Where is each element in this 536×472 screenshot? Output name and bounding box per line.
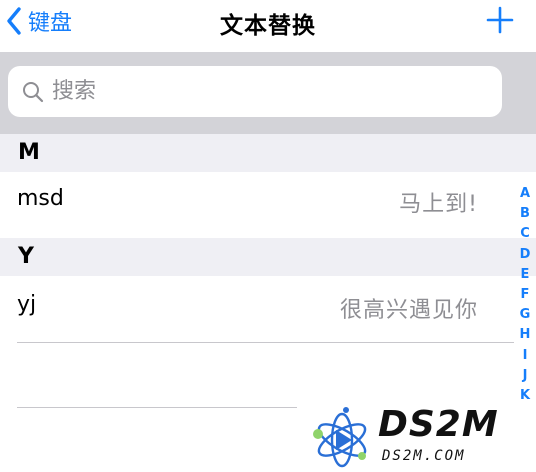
row-separator (17, 342, 514, 343)
row-separator (17, 407, 297, 408)
search-bar-container (0, 52, 536, 134)
search-input[interactable] (52, 71, 472, 112)
list-item[interactable]: msd 马上到! (0, 172, 500, 234)
phrase-label: 马上到! (399, 192, 478, 217)
plus-icon (484, 6, 516, 40)
index-letter-d[interactable]: D (514, 245, 536, 265)
navigation-bar: 键盘 文本替换 (0, 0, 536, 44)
index-letter-i[interactable]: I (514, 346, 536, 366)
watermark-url: DS2M.COM (382, 448, 466, 464)
index-letter-c[interactable]: C (514, 224, 536, 244)
index-letter-h[interactable]: H (514, 325, 536, 345)
index-letter-g[interactable]: G (514, 305, 536, 325)
shortcut-label: msd (17, 186, 64, 211)
list-item[interactable]: yj 很高兴遇见你 (0, 278, 500, 340)
section-header-y: Y (0, 238, 536, 276)
add-button[interactable] (484, 4, 516, 36)
watermark: DS2M DS2M.COM (306, 404, 536, 472)
index-letter-j[interactable]: J (514, 366, 536, 386)
search-field[interactable] (8, 66, 502, 117)
phrase-label: 很高兴遇见你 (339, 298, 478, 323)
index-letter-a[interactable]: A (514, 184, 536, 204)
section-header-m: M (0, 134, 536, 172)
index-letter-e[interactable]: E (514, 265, 536, 285)
page-title: 文本替换 (220, 13, 316, 39)
index-letter-b[interactable]: B (514, 204, 536, 224)
shortcut-label: yj (17, 292, 37, 317)
index-letter-f[interactable]: F (514, 285, 536, 305)
watermark-title: DS2M (378, 404, 499, 445)
search-icon (22, 81, 44, 103)
section-index-bar[interactable]: A B C D E F G H I J K (514, 184, 536, 406)
